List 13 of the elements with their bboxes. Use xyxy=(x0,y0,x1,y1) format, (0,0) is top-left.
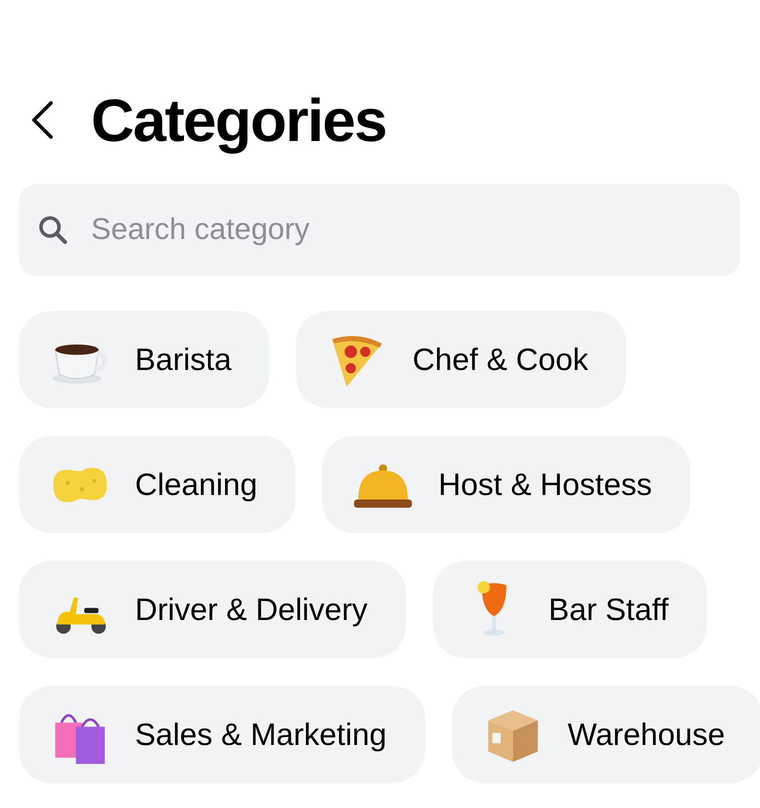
back-button[interactable] xyxy=(29,100,55,140)
category-chip[interactable]: Cleaning xyxy=(19,436,296,533)
category-chip[interactable]: Driver & Delivery xyxy=(19,561,406,658)
back-chevron-icon xyxy=(29,100,55,140)
search-icon xyxy=(37,214,69,246)
category-chip[interactable]: Warehouse xyxy=(452,686,760,783)
category-chip[interactable]: Chef & Cook xyxy=(296,311,626,408)
category-chip[interactable]: Barista xyxy=(19,311,270,408)
category-chip[interactable]: Host & Hostess xyxy=(322,436,690,533)
category-chip[interactable]: Sales & Marketing xyxy=(19,686,425,783)
search-field[interactable]: Search category xyxy=(19,184,740,276)
page-title: Categories xyxy=(91,86,386,154)
category-chip[interactable]: Bar Staff xyxy=(432,561,707,658)
